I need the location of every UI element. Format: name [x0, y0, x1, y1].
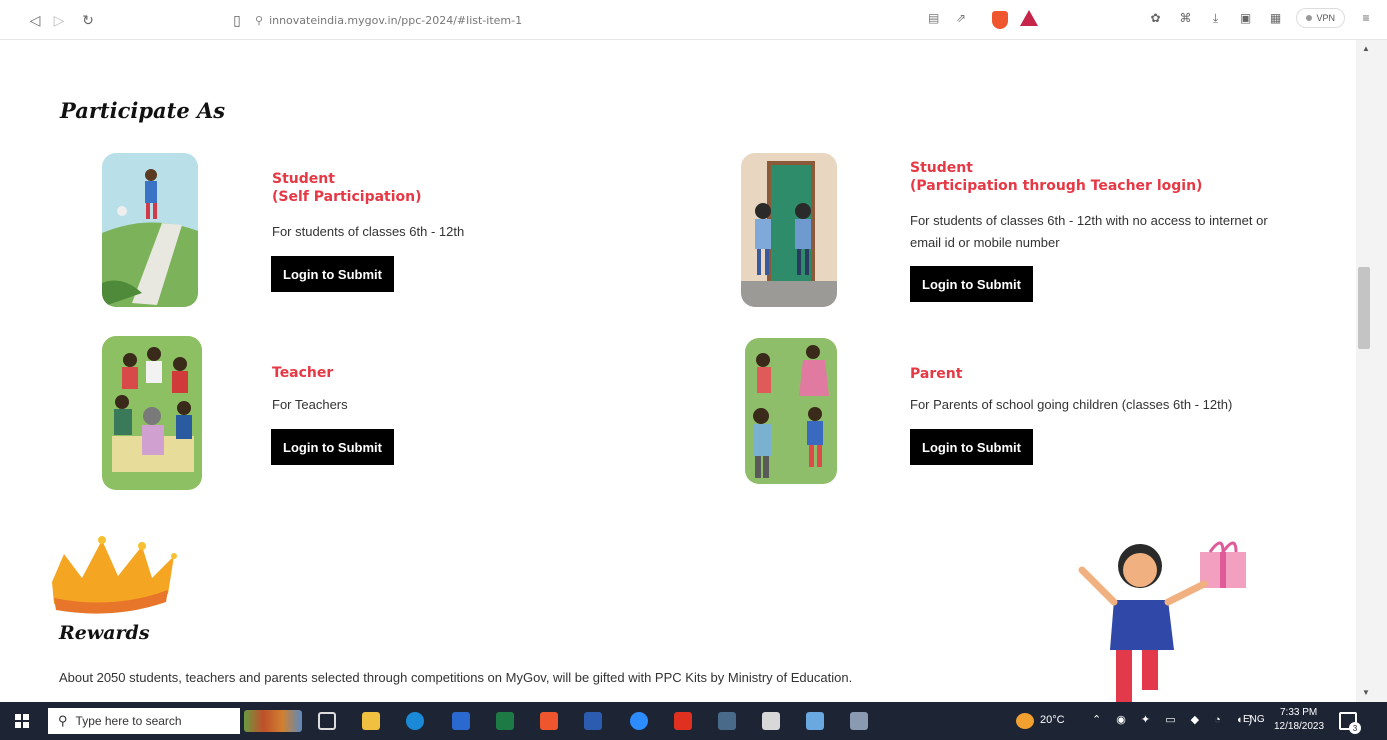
rewards-text: About 2050 students, teachers and parent… — [59, 670, 853, 685]
student-teacher-title: Student (Participation through Teacher l… — [910, 159, 1202, 195]
sidebar-icon[interactable]: ▣ — [1236, 9, 1254, 27]
wallet-icon[interactable]: ▦ — [1266, 9, 1284, 27]
excel-icon[interactable] — [496, 712, 514, 730]
browser-toolbar: ◁ ▷ ↻ ▯ ⚲ innovateindia.mygov.in/ppc-202… — [0, 0, 1387, 40]
bookmark-icon[interactable]: ▯ — [226, 9, 248, 31]
clock-time[interactable]: 7:33 PM — [1280, 707, 1317, 718]
notification-icon[interactable]: 3 — [1339, 712, 1361, 734]
gift-boxes-icon — [244, 710, 302, 732]
menu-icon[interactable]: ≡ — [1357, 9, 1375, 27]
taskbar-search[interactable]: ⚲ Type here to search — [48, 708, 240, 734]
windows-start-icon[interactable] — [15, 714, 29, 728]
student-teacher-login-button[interactable]: Login to Submit — [910, 266, 1033, 302]
forward-icon[interactable]: ▷ — [48, 9, 70, 31]
page-content: Participate As Student (Self Participati… — [0, 40, 1356, 702]
address-bar[interactable]: ⚲ innovateindia.mygov.in/ppc-2024/#list-… — [255, 9, 905, 31]
crown-illustration — [44, 532, 180, 618]
teacher-illustration — [102, 336, 202, 490]
vpn-button[interactable]: VPN — [1296, 8, 1345, 28]
vertical-scrollbar[interactable]: ▲ ▼ — [1356, 40, 1387, 702]
url-text: innovateindia.mygov.in/ppc-2024/#list-it… — [269, 13, 523, 27]
back-icon[interactable]: ◁ — [24, 9, 46, 31]
brave-taskbar-icon[interactable] — [540, 712, 558, 730]
reader-icon[interactable]: ▤ — [928, 11, 944, 27]
site-info-icon[interactable]: ⚲ — [255, 14, 263, 27]
student-teacher-title-line1: Student — [910, 160, 973, 176]
extension-icon[interactable]: ✿ — [1146, 9, 1164, 27]
teacher-login-button[interactable]: Login to Submit — [271, 429, 394, 465]
zoom-icon[interactable] — [630, 712, 648, 730]
system-tray-icons[interactable]: ⌃ ◉ ✦ ▭ ◆ ◔ ◖) — [1092, 713, 1258, 726]
student-teacher-description: For students of classes 6th - 12th with … — [910, 210, 1268, 254]
student-self-title-line1: Student — [272, 171, 335, 187]
app-window-icon[interactable] — [718, 712, 736, 730]
student-self-title: Student (Self Participation) — [272, 170, 422, 206]
language-indicator[interactable]: ENG — [1243, 714, 1265, 725]
scroll-down-arrow-icon[interactable]: ▼ — [1362, 688, 1370, 697]
scrollbar-thumb[interactable] — [1358, 267, 1370, 349]
acrobat-icon[interactable] — [674, 712, 692, 730]
parent-title: Parent — [910, 366, 963, 382]
student-self-login-button[interactable]: Login to Submit — [271, 256, 394, 292]
notification-count: 3 — [1349, 722, 1361, 734]
student-teacher-description-line2: email id or mobile number — [910, 235, 1060, 251]
scroll-up-arrow-icon[interactable]: ▲ — [1362, 44, 1370, 53]
parent-illustration — [745, 338, 837, 484]
word-icon[interactable] — [584, 712, 602, 730]
weather-icon — [1016, 713, 1034, 729]
puzzle-icon[interactable]: ⌘ — [1176, 9, 1194, 27]
teacher-title: Teacher — [272, 365, 334, 381]
search-icon: ⚲ — [58, 713, 68, 728]
download-icon[interactable]: ⤓ — [1206, 9, 1224, 27]
weather-temp[interactable]: 20°C — [1040, 714, 1065, 726]
snipping-tool-icon[interactable] — [806, 712, 824, 730]
brave-rewards-icon[interactable] — [1020, 10, 1038, 26]
documents-icon[interactable] — [850, 712, 868, 730]
girl-with-gift-illustration — [1070, 530, 1255, 702]
file-explorer-icon[interactable] — [362, 712, 380, 730]
store-icon[interactable] — [452, 712, 470, 730]
teacher-description: For Teachers — [272, 397, 348, 412]
parent-description: For Parents of school going children (cl… — [910, 397, 1233, 412]
rewards-heading: Rewards — [59, 622, 150, 644]
clock-date[interactable]: 12/18/2023 — [1274, 721, 1324, 732]
reload-icon[interactable]: ↻ — [77, 9, 99, 31]
brave-shield-icon[interactable] — [992, 11, 1008, 29]
student-self-description: For students of classes 6th - 12th — [272, 224, 465, 239]
parent-login-button[interactable]: Login to Submit — [910, 429, 1033, 465]
edge-icon[interactable] — [406, 712, 424, 730]
vpn-label: VPN — [1316, 13, 1335, 23]
share-icon[interactable]: ⇗ — [956, 11, 972, 27]
windows-taskbar: ⚲ Type here to search 20°C ⌃ ◉ ✦ ▭ ◆ ◔ ◖… — [0, 702, 1387, 740]
notepad-icon[interactable] — [762, 712, 780, 730]
taskbar-search-placeholder: Type here to search — [75, 714, 182, 728]
task-view-icon[interactable] — [318, 712, 336, 730]
student-self-illustration — [102, 153, 198, 307]
student-teacher-illustration — [741, 153, 837, 307]
vpn-dot-icon — [1306, 15, 1313, 21]
participate-heading: Participate As — [60, 98, 226, 123]
student-teacher-description-line1: For students of classes 6th - 12th with … — [910, 213, 1268, 228]
student-teacher-title-line2: (Participation through Teacher login) — [910, 178, 1203, 195]
student-self-title-line2: (Self Participation) — [272, 189, 422, 206]
